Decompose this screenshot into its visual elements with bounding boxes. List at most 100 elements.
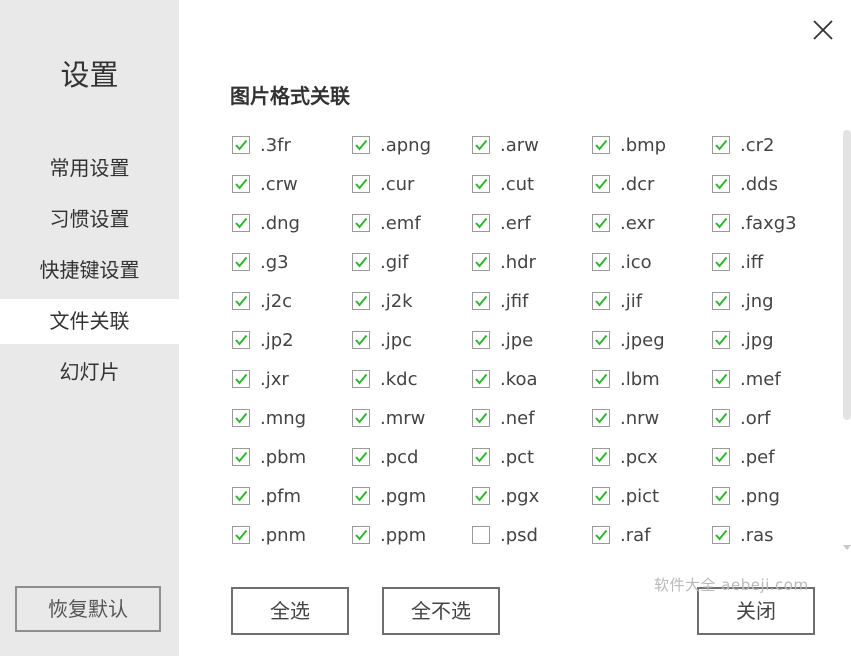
checkbox[interactable] xyxy=(592,253,610,271)
format-checkbox-item[interactable]: .pgx xyxy=(472,482,592,510)
checkbox[interactable] xyxy=(592,487,610,505)
format-checkbox-item[interactable]: .mrw xyxy=(352,404,472,432)
checkbox[interactable] xyxy=(472,448,490,466)
checkbox[interactable] xyxy=(712,448,730,466)
checkbox[interactable] xyxy=(472,409,490,427)
checkbox[interactable] xyxy=(232,526,250,544)
format-checkbox-item[interactable]: .gif xyxy=(352,248,472,276)
format-checkbox-item[interactable]: .jpc xyxy=(352,326,472,354)
format-checkbox-item[interactable]: .nef xyxy=(472,404,592,432)
sidebar-item-file-association[interactable]: 文件关联 xyxy=(0,299,179,344)
checkbox[interactable] xyxy=(352,253,370,271)
checkbox[interactable] xyxy=(232,175,250,193)
sidebar-item-general[interactable]: 常用设置 xyxy=(0,146,179,191)
checkbox[interactable] xyxy=(352,409,370,427)
checkbox[interactable] xyxy=(712,136,730,154)
scrollbar-thumb[interactable] xyxy=(843,130,851,420)
checkbox[interactable] xyxy=(472,292,490,310)
checkbox[interactable] xyxy=(232,136,250,154)
format-checkbox-item[interactable]: .koa xyxy=(472,365,592,393)
format-checkbox-item[interactable]: .jpeg xyxy=(592,326,712,354)
checkbox[interactable] xyxy=(472,331,490,349)
format-checkbox-item[interactable]: .cut xyxy=(472,170,592,198)
format-checkbox-item[interactable]: .mef xyxy=(712,365,832,393)
format-checkbox-item[interactable]: .mng xyxy=(232,404,352,432)
format-checkbox-item[interactable]: .dng xyxy=(232,209,352,237)
format-checkbox-item[interactable]: .png xyxy=(712,482,832,510)
select-all-button[interactable]: 全选 xyxy=(231,587,349,635)
checkbox[interactable] xyxy=(232,487,250,505)
format-checkbox-item[interactable]: .orf xyxy=(712,404,832,432)
sidebar-item-shortcuts[interactable]: 快捷键设置 xyxy=(0,248,179,293)
format-checkbox-item[interactable]: .erf xyxy=(472,209,592,237)
format-checkbox-item[interactable]: .jpe xyxy=(472,326,592,354)
format-checkbox-item[interactable]: .bmp xyxy=(592,131,712,159)
checkbox[interactable] xyxy=(352,331,370,349)
format-checkbox-item[interactable]: .pnm xyxy=(232,521,352,549)
format-checkbox-item[interactable]: .jpg xyxy=(712,326,832,354)
checkbox[interactable] xyxy=(232,292,250,310)
checkbox[interactable] xyxy=(472,370,490,388)
checkbox[interactable] xyxy=(712,214,730,232)
format-checkbox-item[interactable]: .pfm xyxy=(232,482,352,510)
close-icon[interactable] xyxy=(812,19,834,41)
checkbox[interactable] xyxy=(232,370,250,388)
format-checkbox-item[interactable]: .ico xyxy=(592,248,712,276)
format-checkbox-item[interactable]: .dcr xyxy=(592,170,712,198)
format-checkbox-item[interactable]: .pcx xyxy=(592,443,712,471)
checkbox[interactable] xyxy=(592,331,610,349)
checkbox[interactable] xyxy=(472,214,490,232)
format-checkbox-item[interactable]: .pcd xyxy=(352,443,472,471)
checkbox[interactable] xyxy=(592,175,610,193)
format-checkbox-item[interactable]: .emf xyxy=(352,209,472,237)
checkbox[interactable] xyxy=(352,175,370,193)
format-checkbox-item[interactable]: .pct xyxy=(472,443,592,471)
format-checkbox-item[interactable]: .cur xyxy=(352,170,472,198)
format-checkbox-item[interactable]: .exr xyxy=(592,209,712,237)
format-checkbox-item[interactable]: .raf xyxy=(592,521,712,549)
checkbox[interactable] xyxy=(472,175,490,193)
format-checkbox-item[interactable]: .ppm xyxy=(352,521,472,549)
format-checkbox-item[interactable]: .hdr xyxy=(472,248,592,276)
checkbox[interactable] xyxy=(592,526,610,544)
checkbox[interactable] xyxy=(232,448,250,466)
checkbox[interactable] xyxy=(352,487,370,505)
format-checkbox-item[interactable]: .iff xyxy=(712,248,832,276)
checkbox[interactable] xyxy=(352,214,370,232)
format-checkbox-item[interactable]: .cr2 xyxy=(712,131,832,159)
format-checkbox-item[interactable]: .pict xyxy=(592,482,712,510)
restore-defaults-button[interactable]: 恢复默认 xyxy=(15,586,161,632)
checkbox[interactable] xyxy=(712,370,730,388)
format-checkbox-item[interactable]: .crw xyxy=(232,170,352,198)
checkbox[interactable] xyxy=(712,253,730,271)
format-checkbox-item[interactable]: .j2c xyxy=(232,287,352,315)
checkbox[interactable] xyxy=(712,292,730,310)
checkbox[interactable] xyxy=(472,526,490,544)
format-checkbox-item[interactable]: .arw xyxy=(472,131,592,159)
scroll-down-arrow-icon[interactable] xyxy=(843,545,851,550)
format-checkbox-item[interactable]: .faxg3 xyxy=(712,209,832,237)
format-checkbox-item[interactable]: .psd xyxy=(472,521,592,549)
format-checkbox-item[interactable]: .jif xyxy=(592,287,712,315)
checkbox[interactable] xyxy=(592,370,610,388)
checkbox[interactable] xyxy=(352,526,370,544)
format-checkbox-item[interactable]: .pgm xyxy=(352,482,472,510)
format-checkbox-item[interactable]: .ras xyxy=(712,521,832,549)
format-checkbox-item[interactable]: .jfif xyxy=(472,287,592,315)
checkbox[interactable] xyxy=(592,292,610,310)
checkbox[interactable] xyxy=(232,214,250,232)
checkbox[interactable] xyxy=(352,292,370,310)
checkbox[interactable] xyxy=(712,175,730,193)
format-checkbox-item[interactable]: .jng xyxy=(712,287,832,315)
checkbox[interactable] xyxy=(712,526,730,544)
format-checkbox-item[interactable]: .pef xyxy=(712,443,832,471)
format-checkbox-item[interactable]: .nrw xyxy=(592,404,712,432)
sidebar-item-slideshow[interactable]: 幻灯片 xyxy=(0,350,179,395)
format-checkbox-item[interactable]: .jxr xyxy=(232,365,352,393)
checkbox[interactable] xyxy=(712,409,730,427)
format-checkbox-item[interactable]: .j2k xyxy=(352,287,472,315)
format-checkbox-item[interactable]: .pbm xyxy=(232,443,352,471)
checkbox[interactable] xyxy=(232,409,250,427)
format-checkbox-item[interactable]: .jp2 xyxy=(232,326,352,354)
checkbox[interactable] xyxy=(232,253,250,271)
